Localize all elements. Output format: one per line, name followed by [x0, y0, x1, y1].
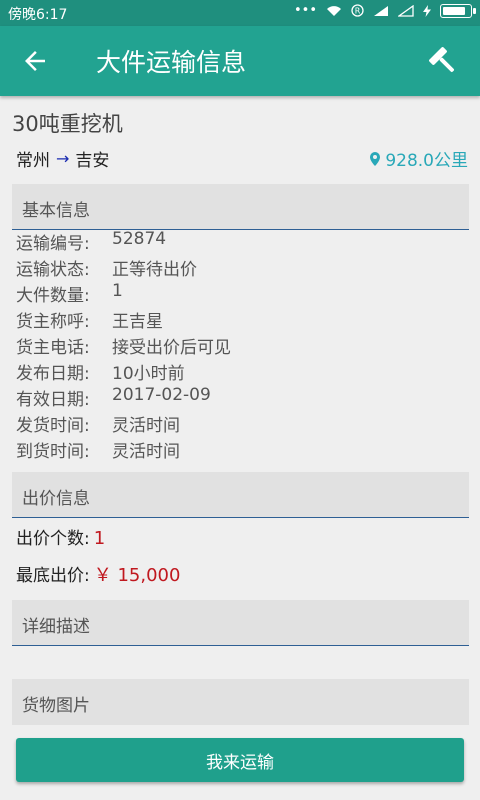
info-label: 到货时间:	[16, 442, 90, 462]
route-origin: 常州	[16, 151, 50, 171]
distance: 928.0公里	[369, 146, 468, 171]
info-value: 52874	[112, 229, 167, 249]
route-destination: 吉安	[75, 151, 110, 171]
info-row: 到货时间: 灵活时间	[16, 437, 231, 463]
battery-icon	[440, 3, 476, 18]
info-row: 有效日期: 2017-02-09	[16, 385, 231, 411]
charging-icon	[423, 4, 431, 17]
info-label: 货主称呼:	[16, 312, 90, 332]
section-basic-info-title: 基本信息	[22, 201, 90, 221]
section-details: 详细描述	[12, 600, 469, 646]
info-row: 运输编号: 52874	[16, 229, 231, 255]
info-row: 货主称呼: 王吉星	[16, 307, 231, 333]
page-title: 大件运输信息	[96, 48, 247, 77]
registered-icon: R	[351, 4, 364, 17]
info-row: 发货时间: 灵活时间	[16, 411, 231, 437]
info-label: 发布日期:	[16, 364, 90, 384]
info-value: 1	[112, 281, 123, 301]
app-bar: 大件运输信息	[0, 26, 480, 96]
section-bid-info-title: 出价信息	[22, 489, 90, 509]
distance-value: 928.0公里	[385, 151, 468, 171]
info-label: 发货时间:	[16, 416, 90, 436]
section-basic-info: 基本信息	[12, 184, 469, 230]
min-bid-row: 最底出价: ￥ 15,000	[16, 561, 180, 587]
basic-info-list: 运输编号: 52874 运输状态: 正等待出价大件数量: 1 货主称呼: 王吉星货主电话: 接…	[16, 229, 231, 463]
min-bid-label: 最底出价:	[16, 566, 90, 586]
info-label: 大件数量:	[16, 286, 90, 306]
location-pin-icon	[370, 151, 381, 166]
info-value: 接受出价后可见	[112, 338, 231, 358]
info-value: 2017-02-09	[112, 385, 211, 405]
min-bid-value: ￥ 15,000	[93, 565, 181, 586]
info-row: 货主电话: 接受出价后可见	[16, 333, 231, 359]
signal-icon	[374, 5, 388, 16]
info-value: 正等待出价	[112, 260, 197, 280]
signal-icon-2	[398, 4, 414, 17]
battery-level	[443, 6, 465, 15]
info-row: 发布日期: 10小时前	[16, 359, 231, 385]
info-label: 运输状态:	[16, 260, 90, 280]
info-value: 灵活时间	[112, 416, 180, 436]
route: 常州 → 吉安	[16, 146, 109, 171]
more-dots-icon: •••	[293, 3, 317, 18]
bid-count-value: 1	[93, 528, 106, 549]
info-row: 大件数量: 1	[16, 281, 231, 307]
svg-text:R: R	[355, 7, 361, 16]
hammer-icon[interactable]	[426, 44, 462, 80]
status-bar: 傍晚6:17 ••• R	[0, 0, 480, 26]
back-arrow-icon[interactable]	[20, 46, 50, 76]
section-photos-title: 货物图片	[22, 696, 90, 716]
route-arrow-icon: →	[56, 149, 70, 168]
info-value: 王吉星	[112, 312, 163, 332]
transport-button[interactable]: 我来运输	[16, 738, 464, 782]
info-value: 10小时前	[112, 364, 185, 384]
section-bid-info: 出价信息	[12, 472, 469, 518]
info-label: 有效日期:	[16, 390, 90, 410]
section-photos: 货物图片	[12, 679, 469, 725]
section-details-title: 详细描述	[22, 617, 90, 637]
info-label: 运输编号:	[16, 234, 90, 254]
info-label: 货主电话:	[16, 338, 90, 358]
info-row: 运输状态: 正等待出价	[16, 255, 231, 281]
status-icons: ••• R	[293, 3, 476, 18]
status-time: 傍晚6:17	[8, 7, 68, 23]
bid-count-label: 出价个数:	[16, 529, 90, 549]
bid-count-row: 出价个数: 1	[16, 524, 105, 549]
wifi-icon	[327, 5, 341, 16]
cargo-title: 30吨重挖机	[12, 112, 123, 136]
info-value: 灵活时间	[112, 442, 180, 462]
